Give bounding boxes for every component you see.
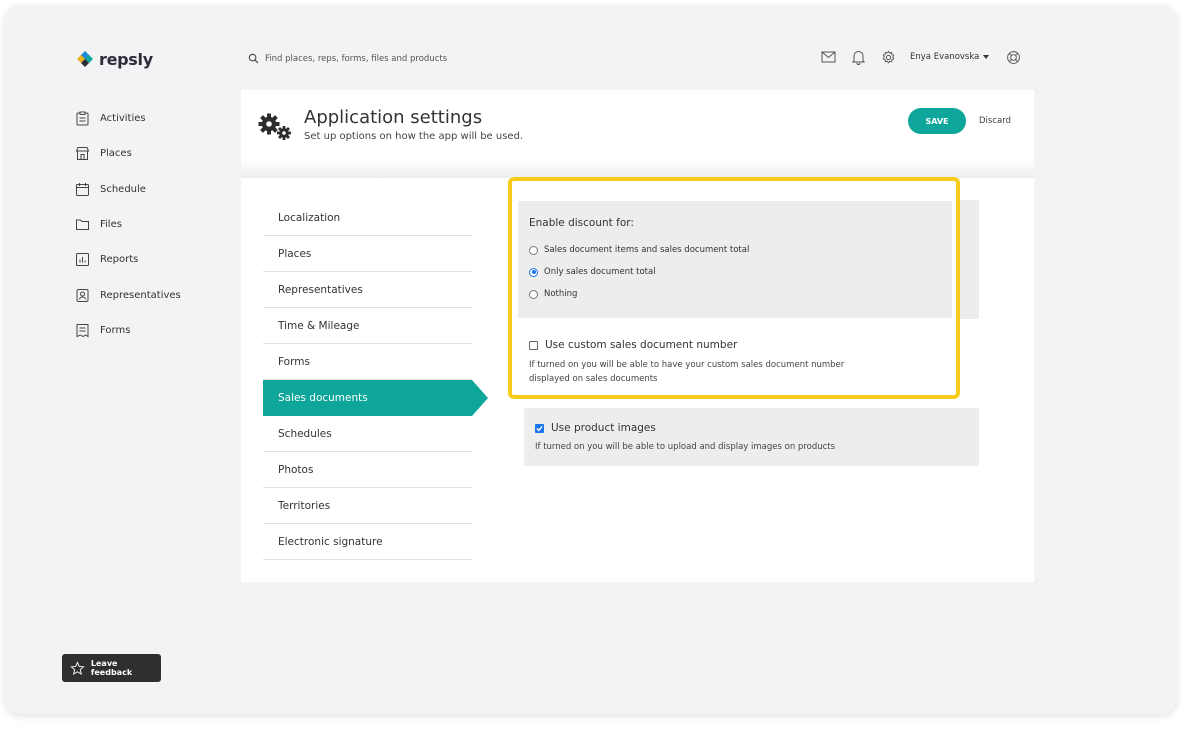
product-images-help: If turned on you will be able to upload … [535,442,836,452]
sidebar-item-label: Places [100,148,132,160]
sidebar-item-places[interactable]: Places [75,136,181,171]
settings-nav-time-mileage[interactable]: Time & Mileage [263,308,472,344]
settings-nav-localization[interactable]: Localization [263,200,472,236]
calendar-icon [76,182,89,196]
gear-icon[interactable] [880,49,896,65]
radio-button[interactable] [529,289,538,299]
leave-feedback-button[interactable]: Leave feedback [62,654,161,682]
sidebar-item-schedule[interactable]: Schedule [75,172,181,207]
settings-nav-photos[interactable]: Photos [263,452,472,488]
discount-option-total-only[interactable]: Only sales document total [529,267,656,277]
person-badge-icon [76,288,89,302]
store-icon [75,147,90,161]
panel-header: Application settings Set up options on h… [241,90,1034,178]
sidebar-item-label: Files [100,219,122,231]
mail-icon[interactable] [820,49,836,65]
discount-option-nothing[interactable]: Nothing [529,289,577,299]
logo[interactable]: repsly [75,49,153,69]
custom-number-label: Use custom sales document number [545,339,738,351]
folder-icon [76,219,89,231]
settings-nav-places[interactable]: Places [263,236,472,272]
product-images-label: Use product images [551,422,656,434]
search-input[interactable]: Find places, reps, forms, files and prod… [265,54,447,64]
radio-button[interactable] [529,245,538,255]
discount-option-items-and-total[interactable]: Sales document items and sales document … [529,245,749,255]
settings-nav-sales-documents[interactable]: Sales documents [263,380,488,416]
leave-feedback-label: Leave feedback [90,659,133,677]
top-toolbar: Enya Evanovska [820,49,1035,65]
custom-number-checkbox[interactable] [529,340,538,350]
settings-nav-representatives[interactable]: Representatives [263,272,472,308]
discount-group-label: Enable discount for: [529,217,634,229]
custom-number-help-line-2: displayed on sales documents [529,374,658,384]
sidebar-item-representatives[interactable]: Representatives [75,277,181,312]
settings-nav: Localization Places Representatives Time… [263,200,488,560]
sidebar-item-label: Forms [100,324,131,336]
help-lifebuoy-icon[interactable] [1005,49,1021,65]
sidebar-item-label: Activities [100,113,146,125]
custom-number-help: If turned on you will be able to have yo… [529,358,844,386]
user-menu[interactable]: Enya Evanovska [910,52,990,62]
search-bar[interactable]: Find places, reps, forms, files and prod… [248,53,447,64]
settings-nav-electronic-signature[interactable]: Electronic signature [263,524,472,560]
custom-number-help-line-1: If turned on you will be able to have yo… [529,360,845,370]
settings-nav-forms[interactable]: Forms [263,344,472,380]
sidebar-item-activities[interactable]: Activities [75,101,181,136]
header-shade [241,160,1034,178]
settings-nav-territories[interactable]: Territories [263,488,472,524]
discard-button[interactable]: Discard [979,116,1011,126]
sidebar: Activities Places Schedule Files Reports… [75,101,181,348]
checkmark-icon [536,425,543,431]
sidebar-item-reports[interactable]: Reports [75,242,181,277]
search-icon [248,53,259,64]
logo-text: repsly [99,49,153,69]
clipboard-icon [76,111,89,126]
bell-icon[interactable] [850,49,866,65]
custom-number-option[interactable]: Use custom sales document number [529,339,737,351]
user-name: Enya Evanovska [910,52,980,62]
page-title: Application settings [304,107,483,128]
sidebar-item-label: Reports [100,254,139,266]
product-images-option[interactable]: Use product images [535,422,656,434]
radio-label: Sales document items and sales document … [544,245,750,255]
save-button[interactable]: SAVE [908,108,966,134]
form-icon [76,323,89,338]
sidebar-item-label: Schedule [100,183,146,195]
settings-nav-schedules[interactable]: Schedules [263,416,472,452]
sidebar-item-label: Representatives [100,289,181,301]
chevron-down-icon [983,55,990,59]
radio-button-selected[interactable] [529,267,538,277]
radio-label: Only sales document total [544,267,656,277]
radio-label: Nothing [544,289,578,299]
repsly-logo-icon [77,51,93,67]
product-images-section: Use product images If turned on you will… [524,408,979,466]
star-icon [70,660,85,675]
gears-icon [258,113,291,140]
highlight-box: Enable discount for: Sales document item… [508,177,960,399]
bar-chart-icon [76,253,89,267]
page-subtitle: Set up options on how the app will be us… [304,131,524,142]
sidebar-item-forms[interactable]: Forms [75,313,181,348]
sidebar-item-files[interactable]: Files [75,207,181,242]
product-images-checkbox[interactable] [535,423,544,433]
